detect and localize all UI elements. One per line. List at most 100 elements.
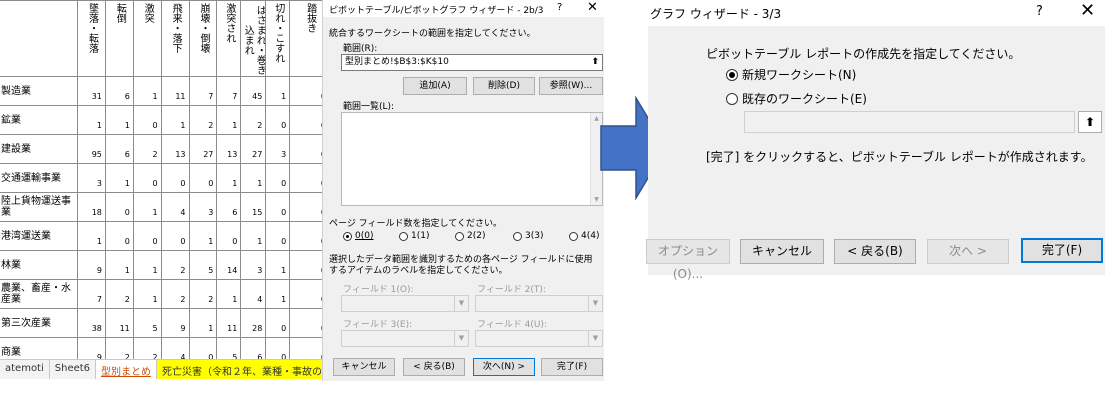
data-cell[interactable]: 1 [216, 279, 242, 309]
data-cell[interactable]: 14 [216, 250, 242, 280]
page-field-radio-0[interactable]: 0(0) [343, 231, 373, 241]
data-cell[interactable]: 1 [132, 250, 162, 280]
data-cell[interactable]: 1 [240, 221, 267, 251]
column-header[interactable]: 墜落・転落 [77, 0, 106, 77]
data-cell[interactable]: 0 [132, 105, 162, 135]
data-cell[interactable]: 31 [77, 76, 106, 106]
options-button[interactable]: オプション(O)... [646, 239, 730, 281]
data-cell[interactable]: 6 [104, 134, 134, 164]
data-cell[interactable]: 27 [240, 134, 267, 164]
data-cell[interactable]: 0 [160, 163, 190, 193]
data-cell[interactable]: 0 [265, 308, 291, 338]
add-button[interactable]: 追加(A) [403, 77, 467, 95]
data-cell[interactable]: 1 [188, 221, 218, 251]
data-cell[interactable]: 6 [104, 76, 134, 106]
existing-worksheet-radio[interactable]: 既存のワークシート(E) [726, 90, 867, 107]
data-cell[interactable]: 1 [216, 105, 242, 135]
data-cell[interactable]: 13 [160, 134, 190, 164]
data-cell[interactable]: 95 [77, 134, 106, 164]
data-cell[interactable]: 0 [265, 221, 291, 251]
corner-cell[interactable] [0, 0, 79, 77]
range-input[interactable]: 型別まとめ!$B$3:$K$10 ⬆ [341, 54, 603, 71]
data-cell[interactable]: 1 [77, 221, 106, 251]
data-cell[interactable]: 7 [77, 279, 106, 309]
data-cell[interactable]: 3 [240, 250, 267, 280]
back-button[interactable]: < 戻る(B) [834, 239, 916, 264]
data-cell[interactable]: 13 [216, 134, 242, 164]
data-cell[interactable]: 1 [132, 279, 162, 309]
cancel-button[interactable]: キャンセル [740, 239, 824, 264]
finish-button[interactable]: 完了(F) [541, 358, 603, 376]
next-button[interactable]: 次へ > [927, 239, 1009, 264]
data-cell[interactable]: 5 [188, 250, 218, 280]
delete-button[interactable]: 削除(D) [473, 77, 535, 95]
data-cell[interactable]: 1 [104, 105, 134, 135]
data-cell[interactable]: 5 [132, 308, 162, 338]
column-header[interactable]: 激突され [216, 0, 242, 77]
data-cell[interactable]: 2 [188, 279, 218, 309]
data-cell[interactable]: 11 [216, 308, 242, 338]
column-header[interactable]: 切れ・こすれ [265, 0, 291, 77]
data-cell[interactable]: 7 [216, 76, 242, 106]
field1-combo[interactable]: ▼ [341, 295, 469, 312]
new-worksheet-radio[interactable]: 新規ワークシート(N) [726, 66, 856, 83]
column-header[interactable]: 転倒 [104, 0, 134, 77]
data-cell[interactable]: 2 [160, 250, 190, 280]
data-cell[interactable]: 0 [104, 192, 134, 222]
close-icon[interactable]: ✕ [1080, 0, 1095, 21]
data-cell[interactable]: 45 [240, 76, 267, 106]
browse-button[interactable]: 参照(W)... [539, 77, 603, 95]
column-header[interactable]: はさまれ・巻き込まれ [240, 0, 267, 77]
row-label-cell[interactable]: 陸上貨物運送事業 [0, 192, 79, 222]
row-label-cell[interactable]: 農業、畜産・水産業 [0, 279, 79, 309]
data-cell[interactable]: 2 [240, 105, 267, 135]
data-cell[interactable]: 2 [188, 105, 218, 135]
data-cell[interactable]: 3 [188, 192, 218, 222]
data-cell[interactable]: 15 [240, 192, 267, 222]
sheet-tab-atemoti[interactable]: atemoti [0, 360, 50, 379]
column-header[interactable]: 激突 [132, 0, 162, 77]
data-cell[interactable]: 1 [132, 76, 162, 106]
help-icon[interactable]: ? [1036, 4, 1043, 19]
sheet-tab-summary[interactable]: 型別まとめ [96, 360, 158, 379]
field3-combo[interactable]: ▼ [341, 330, 469, 347]
data-cell[interactable]: 0 [216, 221, 242, 251]
data-cell[interactable]: 27 [188, 134, 218, 164]
data-cell[interactable]: 1 [104, 163, 134, 193]
existing-sheet-location-input[interactable] [744, 111, 1075, 133]
data-cell[interactable]: 0 [104, 221, 134, 251]
data-cell[interactable]: 9 [77, 250, 106, 280]
data-cell[interactable]: 0 [188, 163, 218, 193]
column-header[interactable]: 飛来・落下 [160, 0, 190, 77]
data-cell[interactable]: 1 [77, 105, 106, 135]
data-cell[interactable]: 1 [132, 192, 162, 222]
row-label-cell[interactable]: 第三次産業 [0, 308, 79, 338]
column-header[interactable]: 崩壊・倒壊 [188, 0, 218, 77]
help-icon[interactable]: ? [557, 2, 562, 13]
data-cell[interactable]: 18 [77, 192, 106, 222]
data-cell[interactable]: 0 [132, 221, 162, 251]
page-field-radio-1[interactable]: 1(1) [399, 231, 429, 241]
data-cell[interactable]: 0 [132, 163, 162, 193]
data-cell[interactable]: 3 [265, 134, 291, 164]
back-button[interactable]: < 戻る(B) [403, 358, 465, 376]
next-button[interactable]: 次へ(N) > [473, 358, 535, 376]
data-cell[interactable]: 6 [216, 192, 242, 222]
data-cell[interactable]: 1 [160, 105, 190, 135]
row-label-cell[interactable]: 鉱業 [0, 105, 79, 135]
sheet-tab-sheet6[interactable]: Sheet6 [50, 360, 97, 379]
data-cell[interactable]: 3 [77, 163, 106, 193]
row-label-cell[interactable]: 港湾運送業 [0, 221, 79, 251]
sheet-tab-fatal-accidents[interactable]: 死亡災害（令和２年、業種・事故の型別 [157, 360, 330, 379]
data-cell[interactable]: 7 [188, 76, 218, 106]
data-cell[interactable]: 28 [240, 308, 267, 338]
data-cell[interactable]: 1 [265, 279, 291, 309]
data-cell[interactable]: 1 [104, 250, 134, 280]
collapse-range-icon[interactable]: ⬆ [591, 55, 599, 69]
data-cell[interactable]: 4 [240, 279, 267, 309]
data-cell[interactable]: 2 [132, 134, 162, 164]
data-cell[interactable]: 1 [240, 163, 267, 193]
data-cell[interactable]: 11 [160, 76, 190, 106]
data-cell[interactable]: 2 [160, 279, 190, 309]
data-cell[interactable]: 0 [265, 163, 291, 193]
